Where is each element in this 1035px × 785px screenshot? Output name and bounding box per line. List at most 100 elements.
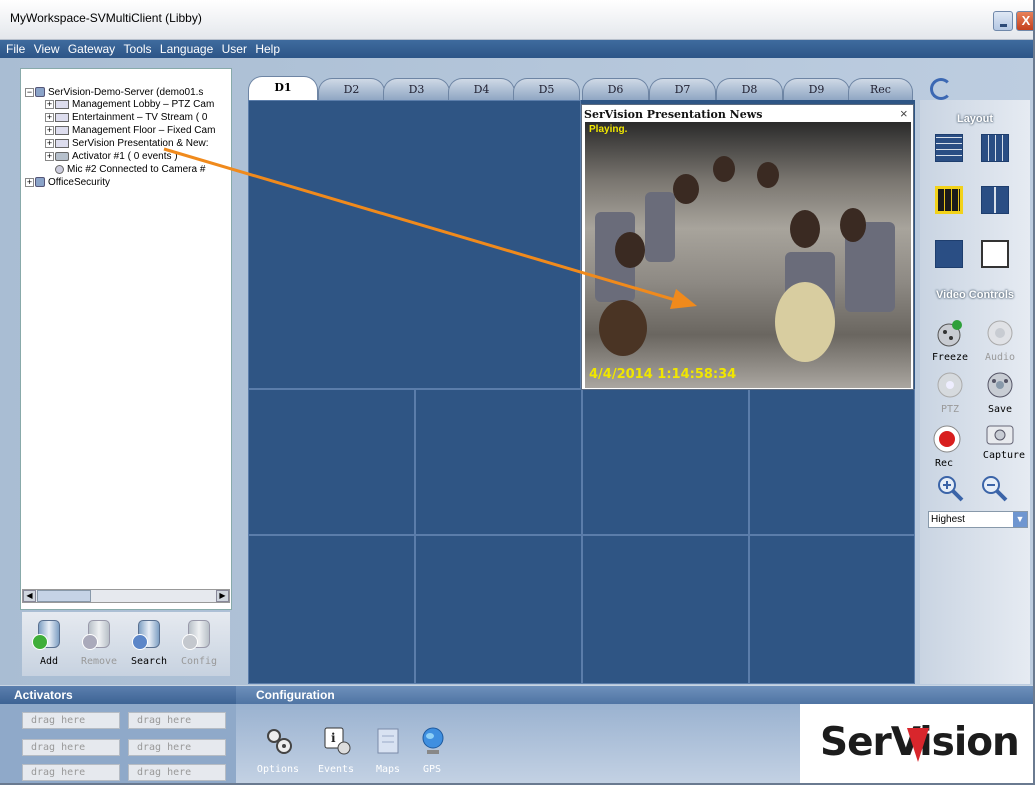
tab-rec[interactable]: Rec [848, 78, 913, 100]
add-button[interactable]: Add [26, 618, 72, 672]
menu-user[interactable]: User [222, 40, 247, 58]
tree-horizontal-scrollbar[interactable]: ◀ ▶ [22, 589, 230, 603]
activator-drop-slot[interactable]: drag here [22, 764, 120, 781]
options-button[interactable]: Options [252, 722, 304, 782]
camera-icon [55, 112, 69, 122]
menu-gateway[interactable]: Gateway [68, 40, 115, 58]
menu-file[interactable]: File [6, 40, 25, 58]
passenger [790, 210, 820, 248]
audio-button[interactable]: Audio [974, 316, 1026, 368]
capture-button[interactable]: Capture [974, 418, 1026, 470]
add-label: Add [39, 656, 59, 667]
layout-3x3-icon[interactable] [981, 134, 1009, 162]
video-window-close-button[interactable]: × [900, 106, 908, 121]
layout-2x4-icon[interactable] [935, 186, 963, 214]
right-control-panel: Layout Video Controls Freeze Audio PTZ S… [920, 100, 1030, 684]
tree-node-microphone[interactable]: Mic #2 Connected to Camera # [55, 164, 205, 176]
servision-logo: SerVision [800, 704, 1033, 783]
tree-node-camera[interactable]: + Management Lobby – PTZ Cam [45, 99, 214, 111]
search-button[interactable]: Search [126, 618, 172, 672]
tree-node-camera[interactable]: + SerVision Presentation & New: [45, 138, 209, 150]
menu-tools[interactable]: Tools [124, 40, 152, 58]
quality-dropdown[interactable]: Highest ▼ [928, 511, 1028, 528]
window-title: MyWorkspace-SVMultiClient (Libby) [10, 11, 202, 25]
menu-bar: File View Gateway Tools Language User He… [0, 40, 1033, 58]
activator-icon [55, 151, 69, 161]
layout-title: Layout [956, 113, 994, 125]
ptz-icon [937, 372, 963, 398]
menu-view[interactable]: View [34, 40, 60, 58]
tab-d9[interactable]: D9 [783, 78, 850, 100]
scroll-right-button[interactable]: ▶ [216, 590, 229, 602]
record-button[interactable]: Rec [924, 422, 976, 474]
video-cell[interactable] [749, 389, 915, 535]
layout-4x4-icon[interactable] [935, 134, 963, 162]
video-window[interactable]: SerVision Presentation News × Playing. 4… [581, 104, 914, 390]
expand-toggle[interactable]: + [45, 112, 54, 122]
remove-button[interactable]: Remove [76, 618, 122, 672]
expand-toggle[interactable]: + [45, 151, 54, 161]
freeze-button[interactable]: Freeze [924, 316, 976, 368]
expand-toggle[interactable]: + [45, 99, 54, 109]
gps-button[interactable]: GPS [406, 722, 458, 782]
scroll-thumb[interactable] [37, 590, 91, 602]
freeze-icon [937, 320, 962, 347]
scroll-left-button[interactable]: ◀ [23, 590, 36, 602]
video-cell[interactable] [248, 389, 415, 535]
tree-node-activator[interactable]: + Activator #1 ( 0 events ) [45, 151, 178, 163]
activator-drop-slot[interactable]: drag here [22, 712, 120, 729]
layout-2x2-icon[interactable] [981, 186, 1009, 214]
configuration-header: Configuration [236, 686, 1033, 704]
tree-node-demo-server[interactable]: − SerVision-Demo-Server (demo01.s [25, 87, 203, 99]
video-cell[interactable] [582, 389, 749, 535]
close-button[interactable]: X [1016, 11, 1033, 31]
config-button[interactable]: Config [176, 618, 222, 672]
save-button[interactable]: Save [974, 370, 1026, 422]
video-cell[interactable] [248, 535, 415, 684]
tree-node-camera[interactable]: + Entertainment – TV Stream ( 0 [45, 112, 207, 124]
passenger [757, 162, 779, 188]
expand-toggle[interactable]: + [45, 125, 54, 135]
video-feed[interactable]: Playing. 4/4/2014 1:14:58:34 [585, 122, 911, 388]
ptz-button[interactable]: PTZ [924, 370, 976, 422]
menu-help[interactable]: Help [255, 40, 280, 58]
tab-d3[interactable]: D3 [383, 78, 450, 100]
tree-node-label: Management Lobby – PTZ Cam [72, 99, 215, 110]
menu-language[interactable]: Language [160, 40, 213, 58]
zoom-in-icon[interactable] [936, 474, 964, 502]
tab-d5[interactable]: D5 [513, 78, 580, 100]
tab-d7[interactable]: D7 [649, 78, 716, 100]
activator-drop-slot[interactable]: drag here [22, 739, 120, 756]
minimize-button[interactable] [993, 11, 1013, 31]
video-cell[interactable] [415, 389, 582, 535]
video-cell[interactable] [248, 100, 581, 389]
tab-d1[interactable]: D1 [248, 76, 318, 100]
activator-drop-slot[interactable]: drag here [128, 739, 226, 756]
tab-d2[interactable]: D2 [318, 78, 385, 100]
video-cell[interactable] [582, 535, 749, 684]
logo-v-mark [907, 728, 929, 762]
tab-d8[interactable]: D8 [716, 78, 783, 100]
video-cell[interactable] [415, 535, 582, 684]
display-tabs: D1 D2 D3 D4 D5 D6 D7 D8 D9 Rec [248, 76, 913, 100]
tab-d4[interactable]: D4 [448, 78, 515, 100]
tree-node-camera[interactable]: + Management Floor – Fixed Cam [45, 125, 215, 137]
tree-node-office-security[interactable]: + OfficeSecurity [25, 177, 110, 189]
passenger [673, 174, 699, 204]
chevron-down-icon[interactable]: ▼ [1013, 512, 1027, 527]
refresh-icon[interactable] [930, 78, 952, 100]
activator-drop-slot[interactable]: drag here [128, 764, 226, 781]
quality-value: Highest [931, 514, 965, 525]
video-cell[interactable] [749, 535, 915, 684]
layout-single-icon[interactable] [935, 240, 963, 268]
collapse-toggle[interactable]: − [25, 87, 34, 97]
map-icon [377, 728, 399, 754]
expand-toggle[interactable]: + [45, 138, 54, 148]
server-icon [35, 177, 45, 188]
tab-d6[interactable]: D6 [582, 78, 649, 100]
expand-toggle[interactable]: + [25, 177, 34, 187]
fullscreen-icon[interactable] [981, 240, 1009, 268]
events-button[interactable]: i Events [310, 722, 362, 782]
activator-drop-slot[interactable]: drag here [128, 712, 226, 729]
zoom-out-icon[interactable] [980, 474, 1008, 502]
